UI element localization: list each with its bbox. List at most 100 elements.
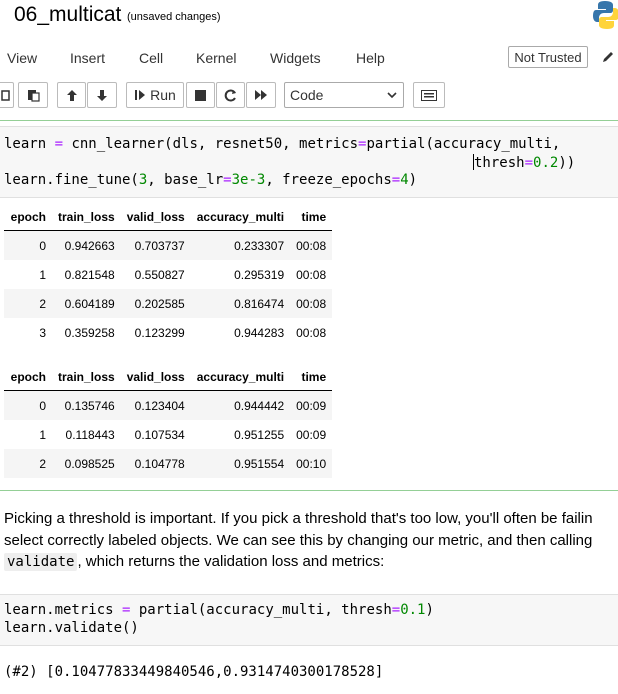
train-loss-cell: 0.135746: [52, 390, 121, 420]
table-row: 2 0.604189 0.202585 0.816474 00:08: [4, 289, 333, 318]
cell-type-value: Code: [290, 87, 324, 103]
train-loss-cell: 0.118443: [65, 427, 115, 442]
time-cell: 00:09: [296, 427, 327, 442]
accuracy-cell: 0.295319: [234, 267, 285, 282]
time-cell: 00:08: [290, 289, 333, 318]
accuracy-cell: 0.951255: [234, 427, 285, 442]
epoch-cell: 1: [39, 427, 46, 442]
time-cell: 00:08: [296, 267, 327, 282]
paste-icon: [27, 90, 40, 102]
epoch-cell: 1: [39, 267, 46, 282]
notebook-title[interactable]: 06_multicat: [14, 3, 121, 27]
table-row: 1 0.821548 0.550827 0.295319 00:08: [4, 260, 332, 289]
train-loss-cell: 0.098525: [52, 449, 121, 478]
step-forward-icon: [135, 90, 146, 100]
time-cell: 00:10: [290, 449, 333, 478]
train-loss-cell: 0.821548: [64, 267, 115, 282]
run-label: Run: [150, 87, 176, 103]
valid-loss-cell: 0.703737: [120, 230, 191, 260]
markdown-line: validate, which returns the validation l…: [4, 553, 384, 571]
menu-insert[interactable]: Insert: [70, 50, 105, 66]
epoch-cell: 0: [4, 390, 52, 420]
arrow-down-icon: [97, 89, 107, 101]
epoch-cell: 2: [4, 449, 52, 478]
menu-help[interactable]: Help: [356, 50, 385, 66]
paste-cell-button[interactable]: [18, 82, 48, 108]
menu-widgets[interactable]: Widgets: [270, 50, 321, 66]
accuracy-cell: 0.816474: [190, 289, 291, 318]
valid-loss-cell: 0.107534: [134, 427, 185, 442]
move-up-button[interactable]: [57, 82, 86, 108]
valid-loss-cell: 0.202585: [120, 289, 191, 318]
inline-code: validate: [4, 553, 78, 571]
cell-divider: [0, 120, 618, 121]
accuracy-cell: 0.944283: [234, 325, 285, 340]
column-header: time: [290, 364, 333, 391]
column-header: valid_loss: [120, 364, 191, 391]
column-header: valid_loss: [120, 204, 191, 231]
table-row: 0 0.942663 0.703737 0.233307 00:08: [4, 230, 333, 260]
code-line: thresh=0.2)): [473, 154, 576, 171]
table-row: 2 0.098525 0.104778 0.951554 00:10: [4, 449, 333, 478]
copy-icon: [0, 90, 10, 101]
train-loss-cell: 0.359258: [64, 325, 115, 340]
valid-loss-cell: 0.123404: [120, 390, 191, 420]
accuracy-cell: 0.951554: [190, 449, 291, 478]
restart-run-all-button[interactable]: [246, 82, 276, 108]
command-palette-button[interactable]: [413, 82, 445, 108]
code-line: learn.validate(): [4, 620, 139, 636]
python-logo-icon: [593, 1, 618, 29]
table-row: 1 0.118443 0.107534 0.951255 00:09: [4, 420, 332, 449]
column-header: epoch: [4, 364, 52, 391]
valid-loss-cell: 0.123299: [134, 325, 185, 340]
validate-output: (#2) [0.10477833449840546,0.931474030017…: [4, 664, 384, 680]
markdown-line: Picking a threshold is important. If you…: [4, 510, 593, 527]
restart-icon: [224, 89, 236, 101]
fast-forward-icon: [255, 90, 267, 100]
cell-divider: [0, 490, 618, 491]
code-line: learn = cnn_learner(dls, resnet50, metri…: [4, 136, 561, 152]
menu-cell[interactable]: Cell: [139, 50, 163, 66]
table-row: 0 0.135746 0.123404 0.944442 00:09: [4, 390, 333, 420]
column-header: train_loss: [52, 204, 121, 231]
notebook-header: 06_multicat (unsaved changes): [0, 0, 618, 38]
pencil-icon[interactable]: [601, 50, 615, 64]
time-cell: 00:08: [290, 230, 333, 260]
train-loss-cell: 0.942663: [52, 230, 121, 260]
valid-loss-cell: 0.550827: [134, 267, 185, 282]
time-cell: 00:09: [290, 390, 333, 420]
arrow-up-icon: [66, 89, 77, 101]
code-line: learn.fine_tune(3, base_lr=3e-3, freeze_…: [4, 172, 418, 188]
time-cell: 00:08: [296, 325, 327, 340]
stop-icon: [195, 89, 206, 101]
markdown-line: select correctly labeled objects. We can…: [4, 532, 593, 549]
chevron-down-icon: [387, 92, 397, 99]
column-header: accuracy_multi: [190, 364, 291, 391]
valid-loss-cell: 0.104778: [120, 449, 191, 478]
epoch-cell: 2: [4, 289, 52, 318]
training-results-table-1: epoch train_loss valid_loss accuracy_mul…: [4, 204, 333, 347]
run-button[interactable]: Run: [126, 82, 184, 108]
menu-kernel[interactable]: Kernel: [196, 50, 236, 66]
column-header: epoch: [4, 204, 52, 231]
accuracy-cell: 0.944442: [190, 390, 291, 420]
training-results-table-2: epoch train_loss valid_loss accuracy_mul…: [4, 364, 333, 478]
code-line: learn.metrics = partial(accuracy_multi, …: [4, 602, 434, 618]
column-header: time: [290, 204, 333, 231]
column-header: train_loss: [52, 364, 121, 391]
move-down-button[interactable]: [87, 82, 117, 108]
epoch-cell: 3: [39, 325, 46, 340]
interrupt-button[interactable]: [186, 82, 215, 108]
accuracy-cell: 0.233307: [190, 230, 291, 260]
not-trusted-button[interactable]: Not Trusted: [508, 46, 588, 68]
epoch-cell: 0: [4, 230, 52, 260]
menu-view[interactable]: View: [7, 50, 37, 66]
cell-type-select[interactable]: Code: [284, 82, 404, 108]
keyboard-icon: [421, 89, 437, 101]
save-status: (unsaved changes): [127, 11, 221, 23]
copy-cell-button[interactable]: [0, 82, 14, 108]
column-header: accuracy_multi: [190, 204, 291, 231]
train-loss-cell: 0.604189: [52, 289, 121, 318]
table-row: 3 0.359258 0.123299 0.944283 00:08: [4, 318, 332, 347]
restart-button[interactable]: [216, 82, 245, 108]
